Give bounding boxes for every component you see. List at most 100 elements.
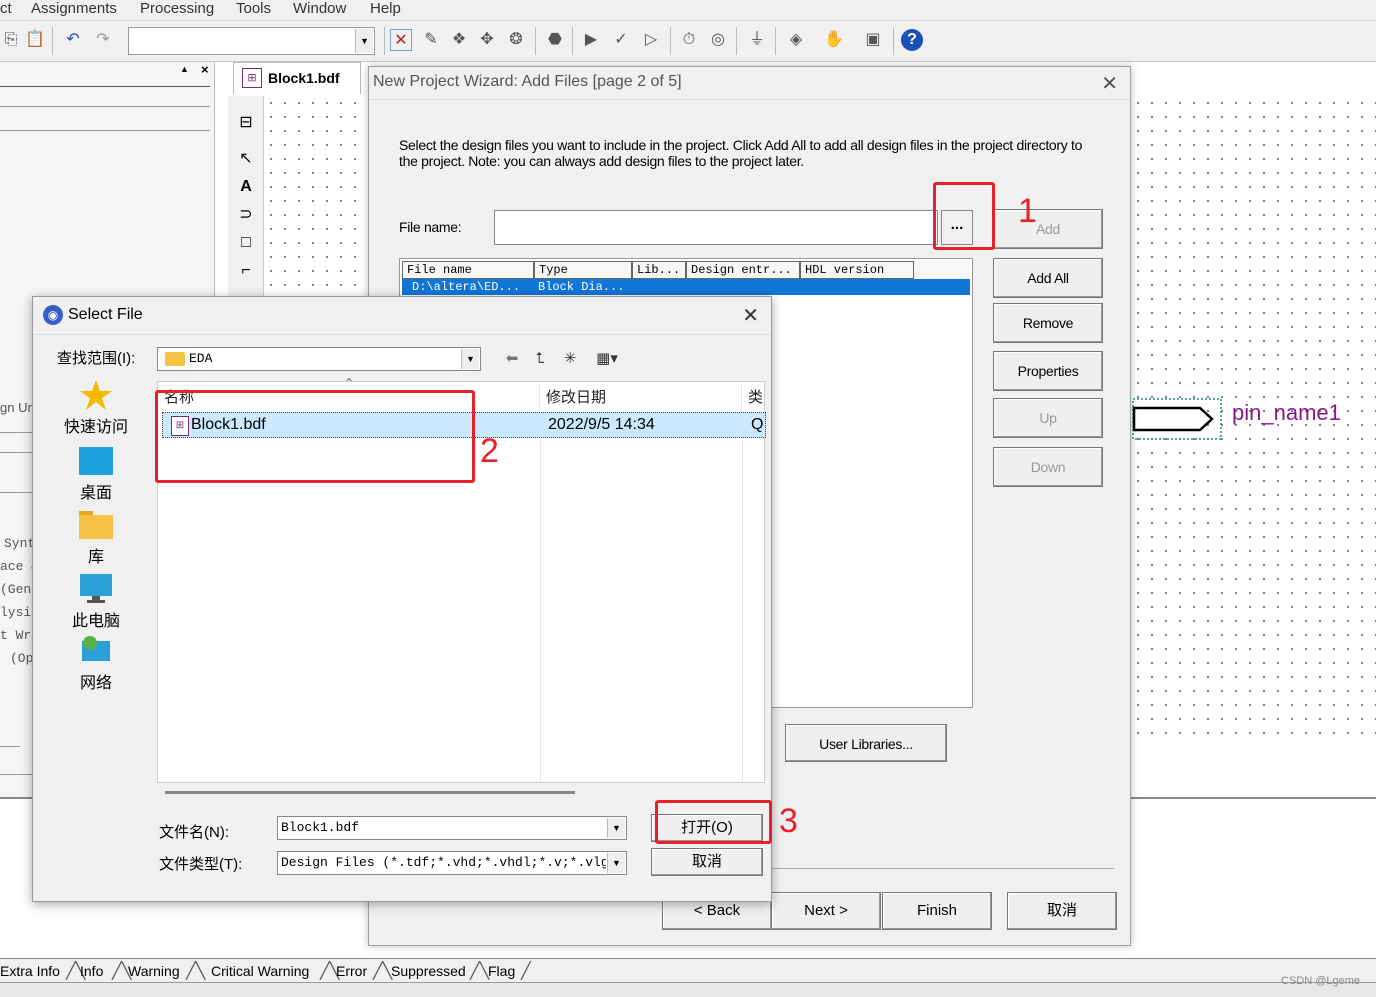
window-icon[interactable]: ⊟ bbox=[235, 112, 257, 134]
assignment-editor-icon[interactable]: ✕ bbox=[390, 29, 412, 51]
pin-symbol[interactable] bbox=[1132, 398, 1222, 442]
chip-icon[interactable]: ▣ bbox=[862, 29, 884, 51]
task-row: Synt bbox=[4, 536, 36, 551]
selection-tool-icon[interactable]: ↖ bbox=[235, 148, 257, 170]
close-icon[interactable]: ✕ bbox=[1101, 71, 1118, 96]
finish-button[interactable]: Finish bbox=[882, 892, 992, 930]
properties-button[interactable]: Properties bbox=[993, 351, 1103, 391]
tab-warning[interactable]: Warning bbox=[128, 963, 180, 979]
back-arrow-icon[interactable]: ⬅ bbox=[501, 349, 523, 369]
block-tool-icon[interactable]: □ bbox=[235, 232, 257, 254]
netlist-viewer-icon[interactable]: ⏚ bbox=[746, 29, 768, 51]
col-type[interactable]: 类 bbox=[742, 384, 766, 412]
programmer-icon[interactable]: ◈ bbox=[785, 29, 807, 51]
annotation-number-2: 2 bbox=[480, 432, 499, 470]
tab-extra-info[interactable]: Extra Info bbox=[0, 963, 60, 979]
annotation-box-1 bbox=[933, 182, 995, 250]
tab-info[interactable]: Info bbox=[80, 963, 103, 979]
orthogonal-node-tool-icon[interactable]: ⌐ bbox=[235, 260, 257, 282]
place-label: 此电脑 bbox=[71, 613, 120, 630]
computer-icon bbox=[80, 574, 112, 603]
menu-tools[interactable]: Tools bbox=[236, 0, 271, 18]
pin-planner-icon[interactable]: ✎ bbox=[420, 29, 442, 51]
menu-window[interactable]: Window bbox=[293, 0, 346, 18]
copy-icon[interactable]: ⎘ bbox=[0, 29, 22, 51]
stop-icon[interactable]: ⬣ bbox=[544, 29, 566, 51]
file-type-combo[interactable]: Design Files (*.tdf;*.vhd;*.vhdl;*.v;*.v… bbox=[277, 851, 627, 875]
hierarchy-combo[interactable]: ▼ bbox=[128, 27, 375, 55]
tab-critical-warning[interactable]: Critical Warning bbox=[211, 963, 309, 979]
analysis-icon[interactable]: ✓ bbox=[610, 29, 632, 51]
hierarchy-row: gn Un bbox=[0, 400, 35, 415]
annotation-number-3: 3 bbox=[779, 802, 798, 840]
powerplay-icon[interactable]: ◎ bbox=[707, 29, 729, 51]
wizard-cancel-button[interactable]: 取消 bbox=[1007, 892, 1117, 930]
user-libraries-button[interactable]: User Libraries... bbox=[785, 724, 947, 762]
folder-icon bbox=[79, 511, 113, 539]
menu-project[interactable]: ct bbox=[0, 0, 12, 18]
paste-icon[interactable]: 📋 bbox=[24, 29, 46, 51]
tab-flag[interactable]: Flag bbox=[488, 963, 515, 979]
chevron-down-icon[interactable]: ▼ bbox=[607, 818, 625, 838]
tab-error[interactable]: Error bbox=[336, 963, 367, 979]
sort-ascending-icon: ⌃ bbox=[344, 376, 355, 390]
up-button[interactable]: Up bbox=[993, 398, 1103, 438]
text-tool-icon[interactable]: A bbox=[235, 176, 257, 198]
place-label: 快速访问 bbox=[63, 419, 128, 436]
cell-file-name: D:\altera\ED... bbox=[412, 280, 521, 294]
design-partition-icon[interactable]: ❂ bbox=[505, 29, 527, 51]
menu-assignments[interactable]: Assignments bbox=[31, 0, 117, 18]
panel-scroll-up-icon[interactable]: ▲ bbox=[180, 64, 189, 74]
redo-icon[interactable]: ↷ bbox=[92, 29, 114, 51]
file-name-combo[interactable]: Block1.bdf ▼ bbox=[277, 816, 627, 840]
look-in-label: 查找范围(I): bbox=[57, 350, 136, 367]
menu-processing[interactable]: Processing bbox=[140, 0, 214, 18]
panel-close-icon[interactable]: × bbox=[201, 62, 209, 77]
cancel-button[interactable]: 取消 bbox=[651, 848, 763, 876]
look-in-combo[interactable]: EDA ▼ bbox=[157, 347, 481, 371]
symbol-tool-icon[interactable]: ⊃ bbox=[235, 204, 257, 226]
new-folder-icon[interactable]: ✳ bbox=[559, 349, 581, 369]
tab-suppressed[interactable]: Suppressed bbox=[391, 963, 466, 979]
network-icon bbox=[82, 636, 110, 661]
table-header: File name Type Lib... Design entr... HDL… bbox=[402, 261, 970, 279]
undo-icon[interactable]: ↶ bbox=[62, 29, 84, 51]
file-name-input[interactable] bbox=[494, 210, 938, 245]
menu-help[interactable]: Help bbox=[370, 0, 401, 18]
col-modified-date[interactable]: 修改日期 bbox=[540, 384, 742, 412]
col-type[interactable]: Type bbox=[534, 261, 632, 279]
start-compilation-icon[interactable]: ▶ bbox=[580, 29, 602, 51]
place-label: 桌面 bbox=[79, 485, 112, 502]
add-all-button[interactable]: Add All bbox=[993, 258, 1103, 298]
schematic-canvas[interactable] bbox=[264, 96, 370, 296]
tab-block1-bdf[interactable]: ⊞ Block1.bdf bbox=[233, 62, 361, 94]
chevron-down-icon[interactable]: ▼ bbox=[607, 853, 625, 873]
signaltap-icon[interactable]: ✋ bbox=[823, 29, 845, 51]
file-name-value: Block1.bdf bbox=[281, 820, 360, 835]
dialog-titlebar: ◉ Select File ✕ bbox=[33, 297, 771, 335]
col-design-entry[interactable]: Design entr... bbox=[686, 261, 800, 279]
down-button[interactable]: Down bbox=[993, 447, 1103, 487]
table-row[interactable]: D:\altera\ED... Block Dia... bbox=[402, 279, 970, 295]
close-icon[interactable]: ✕ bbox=[742, 303, 759, 328]
next-button[interactable]: Next > bbox=[771, 892, 881, 930]
remove-button[interactable]: Remove bbox=[993, 303, 1103, 343]
add-button[interactable]: Add bbox=[993, 209, 1103, 249]
col-hdl-version[interactable]: HDL version bbox=[800, 261, 914, 279]
chevron-down-icon[interactable]: ▼ bbox=[461, 349, 479, 369]
up-folder-icon[interactable]: ⮤ bbox=[529, 349, 551, 369]
col-library[interactable]: Lib... bbox=[632, 261, 686, 279]
settings-icon[interactable]: ❖ bbox=[448, 29, 470, 51]
chip-planner-icon[interactable]: ✥ bbox=[476, 29, 498, 51]
col-file-name[interactable]: File name bbox=[402, 261, 534, 279]
main-toolbar: ⎘ 📋 ↶ ↷ ▼ ✕ ✎ ❖ ✥ ❂ ⬣ ▶ ✓ ▷ ⏱ ◎ ⏚ ◈ ✋ ▣ … bbox=[0, 21, 1376, 62]
horizontal-scrollbar[interactable] bbox=[165, 791, 575, 794]
file-date: 2022/9/5 14:34 bbox=[548, 416, 655, 433]
timequest-icon[interactable]: ⏱ bbox=[678, 29, 700, 51]
quartus-icon: ◉ bbox=[43, 305, 63, 325]
place-label: 库 bbox=[87, 549, 104, 566]
view-menu-icon[interactable]: ▦▾ bbox=[589, 349, 625, 369]
file-type: Q bbox=[751, 416, 764, 433]
help-icon[interactable]: ? bbox=[901, 29, 923, 51]
timing-icon[interactable]: ▷ bbox=[640, 29, 662, 51]
